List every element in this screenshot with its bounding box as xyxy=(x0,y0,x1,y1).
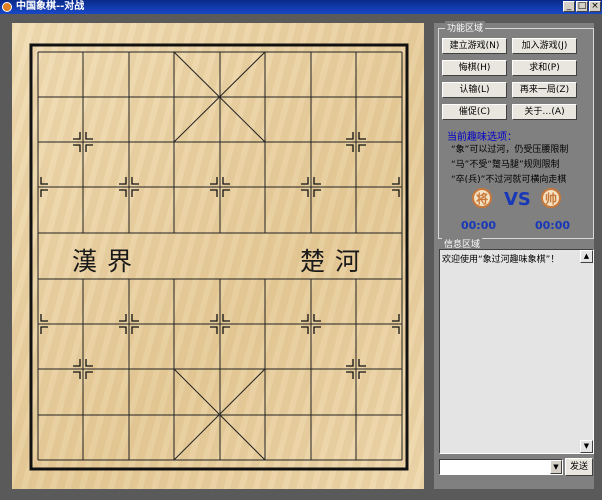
left-timer: 00:00 xyxy=(461,219,497,232)
join-game-button[interactable]: 加入游戏(J) xyxy=(512,38,577,54)
scroll-down-icon[interactable]: ▼ xyxy=(580,440,593,453)
position-marker xyxy=(119,326,127,334)
message-input[interactable]: ▼ xyxy=(439,459,563,475)
position-marker xyxy=(301,314,309,322)
resign-button[interactable]: 认输(L) xyxy=(442,82,507,98)
position-marker xyxy=(73,359,81,367)
position-marker xyxy=(73,371,81,379)
position-marker xyxy=(40,189,48,197)
position-marker xyxy=(73,132,81,140)
position-marker xyxy=(392,314,400,322)
option-line: “象”可以过河，仍受压腰限制 xyxy=(451,145,569,155)
position-marker xyxy=(40,314,48,322)
welcome-message: 欢迎使用“象过河趣味象棋”！ xyxy=(442,255,560,265)
scroll-up-icon[interactable]: ▲ xyxy=(580,250,593,263)
position-marker xyxy=(346,359,354,367)
about-button[interactable]: 关于…(A) xyxy=(512,104,577,120)
position-marker xyxy=(85,132,93,140)
dropdown-arrow-icon[interactable]: ▼ xyxy=(550,460,562,474)
urge-button[interactable]: 催促(C) xyxy=(442,104,507,120)
position-marker xyxy=(119,177,127,185)
undo-button[interactable]: 悔棋(H) xyxy=(442,60,507,76)
options-title: 当前趣味选项： xyxy=(447,132,517,143)
position-marker xyxy=(131,326,139,334)
chess-board[interactable]: 漢界 楚河 xyxy=(12,23,424,489)
general-piece-icon: 将 xyxy=(472,188,492,208)
position-marker xyxy=(358,359,366,367)
title-bar: 中国象棋--对战 _ □ × xyxy=(0,0,602,14)
option-line: “卒(兵)”不过河就可横向走棋 xyxy=(451,175,567,185)
position-marker xyxy=(131,314,139,322)
vs-label: VS xyxy=(504,189,531,210)
position-marker xyxy=(358,144,366,152)
position-marker xyxy=(119,189,127,197)
position-marker xyxy=(313,314,321,322)
right-timer: 00:00 xyxy=(535,219,571,232)
position-marker xyxy=(40,326,48,334)
position-marker xyxy=(222,326,230,334)
position-marker xyxy=(313,189,321,197)
river-text-right: 楚河 xyxy=(300,247,371,276)
position-marker xyxy=(210,177,218,185)
position-marker xyxy=(301,189,309,197)
info-log[interactable]: 欢迎使用“象过河趣味象棋”！ ▲ ▼ xyxy=(439,249,594,454)
position-marker xyxy=(222,177,230,185)
position-marker xyxy=(119,314,127,322)
close-button[interactable]: × xyxy=(589,1,601,12)
river-text-left: 漢界 xyxy=(72,247,143,276)
marshal-piece-icon: 帅 xyxy=(541,188,561,208)
position-marker xyxy=(358,132,366,140)
position-marker xyxy=(392,326,400,334)
position-marker xyxy=(210,314,218,322)
position-marker xyxy=(73,144,81,152)
app-icon xyxy=(2,2,12,12)
create-game-button[interactable]: 建立游戏(N) xyxy=(442,38,507,54)
position-marker xyxy=(346,371,354,379)
minimize-button[interactable]: _ xyxy=(563,1,575,12)
position-marker xyxy=(301,326,309,334)
position-marker xyxy=(131,189,139,197)
option-line: “马”不受“蹩马腿”规则限制 xyxy=(451,160,560,170)
position-marker xyxy=(222,314,230,322)
position-marker xyxy=(313,177,321,185)
position-marker xyxy=(85,371,93,379)
position-marker xyxy=(85,144,93,152)
position-marker xyxy=(210,189,218,197)
position-marker xyxy=(346,132,354,140)
offer-draw-button[interactable]: 求和(P) xyxy=(512,60,577,76)
position-marker xyxy=(392,177,400,185)
position-marker xyxy=(222,189,230,197)
function-area-title: 功能区域 xyxy=(445,21,486,34)
position-marker xyxy=(301,177,309,185)
position-marker xyxy=(346,144,354,152)
position-marker xyxy=(131,177,139,185)
window-title: 中国象棋--对战 xyxy=(16,1,85,12)
new-game-button[interactable]: 再来一局(Z) xyxy=(512,82,577,98)
maximize-button[interactable]: □ xyxy=(576,1,588,12)
position-marker xyxy=(85,359,93,367)
position-marker xyxy=(313,326,321,334)
position-marker xyxy=(358,371,366,379)
position-marker xyxy=(392,189,400,197)
position-marker xyxy=(210,326,218,334)
send-button[interactable]: 发送 xyxy=(565,458,593,476)
position-marker xyxy=(40,177,48,185)
